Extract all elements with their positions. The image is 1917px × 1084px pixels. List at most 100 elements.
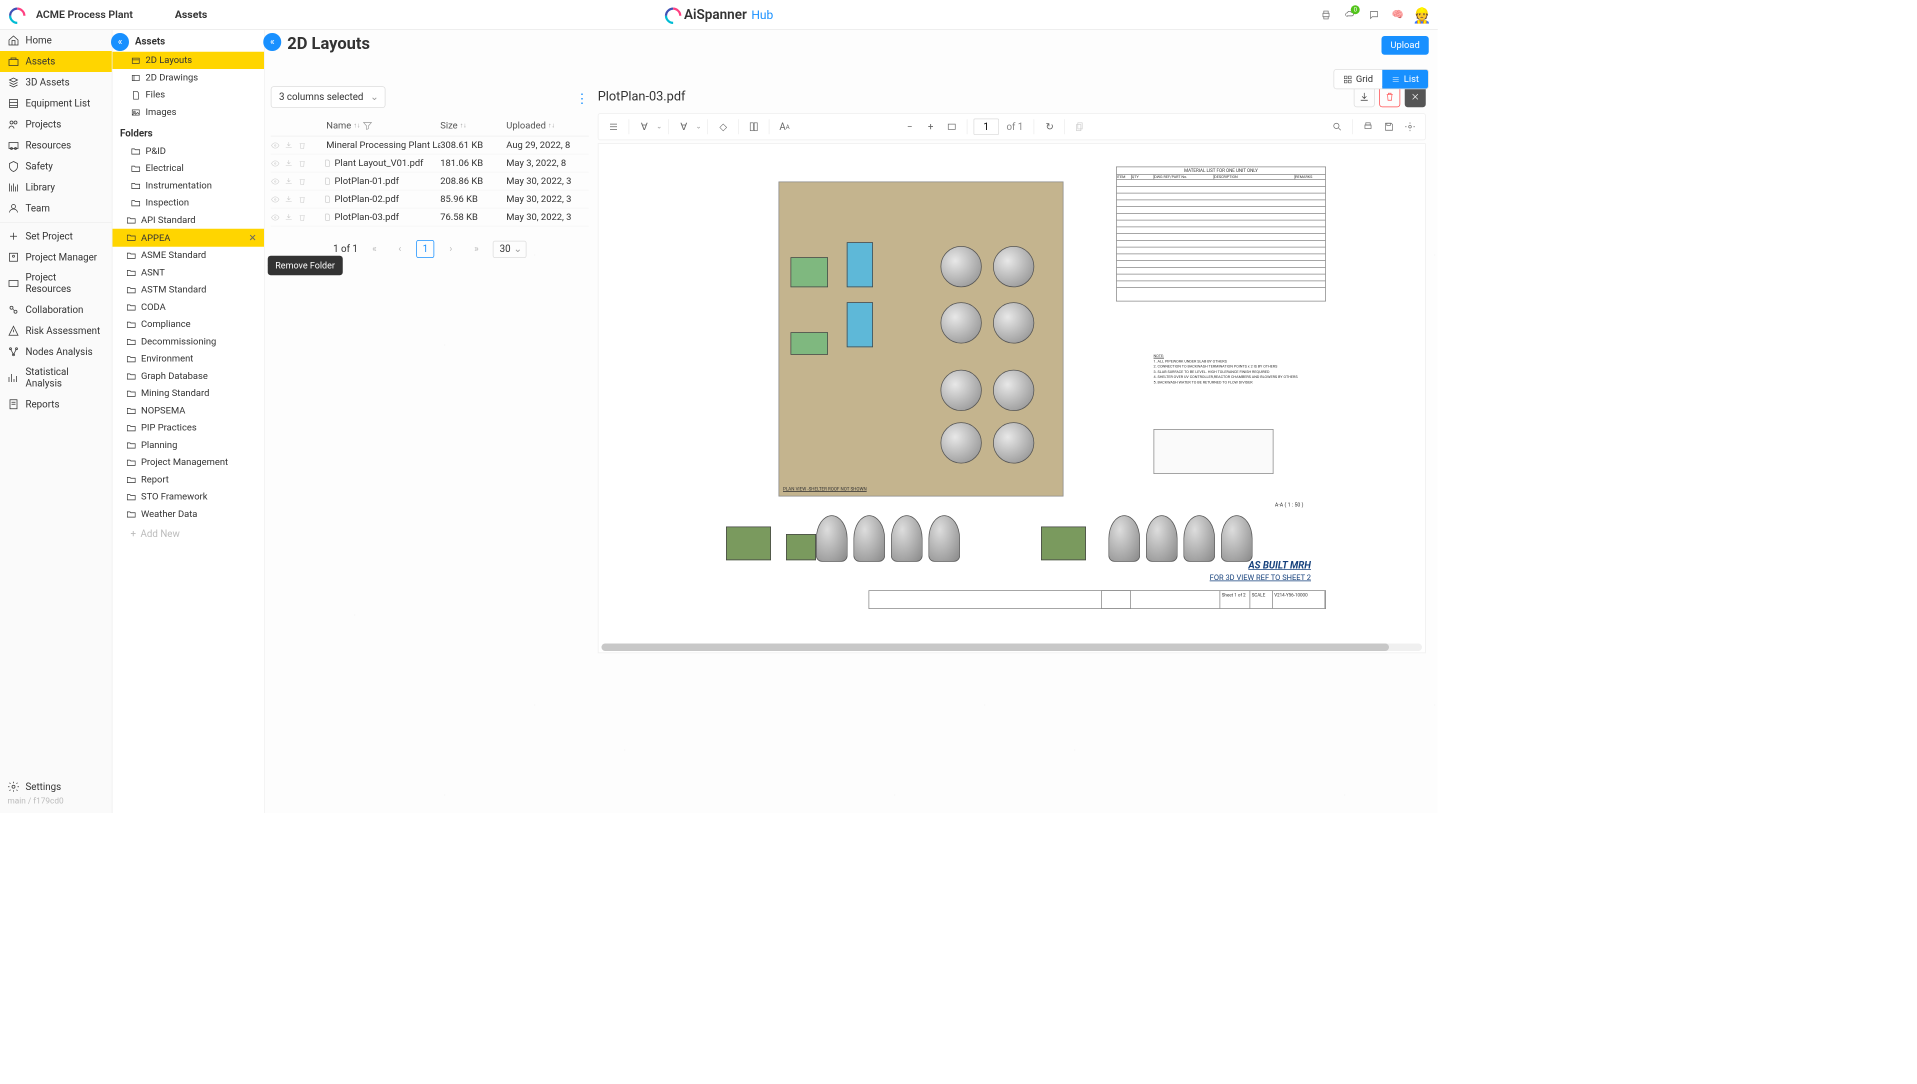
cloud-sync-icon[interactable]: 0	[1343, 8, 1357, 22]
folder-electrical[interactable]: Electrical	[113, 160, 265, 177]
folder-decommissioning[interactable]: Decommissioning	[113, 333, 265, 350]
folder-label: Mining Standard	[141, 388, 209, 399]
brain-icon[interactable]: 🧠	[1391, 8, 1405, 22]
folder-api-standard[interactable]: API Standard	[113, 212, 265, 229]
folder-graph-database[interactable]: Graph Database	[113, 368, 265, 385]
col-select-label: 3 columns selected	[279, 92, 363, 103]
folder-label: P&ID	[146, 146, 166, 157]
sidebar-item-risk-assessment[interactable]: Risk Assessment	[0, 320, 112, 341]
sidebar-label: Reports	[26, 399, 60, 410]
sidebar-item-set-project[interactable]: Set Project	[0, 226, 112, 247]
folder-label: Planning	[141, 440, 177, 451]
settings-button[interactable]: Settings	[8, 778, 105, 796]
folder-planning[interactable]: Planning	[113, 437, 265, 454]
section-view: A-A ( 1 : 50 )	[1124, 422, 1304, 497]
hardhat-icon[interactable]: 👷	[1415, 8, 1429, 22]
horizontal-scrollbar[interactable]	[602, 644, 1423, 652]
tree-label: Files	[146, 89, 166, 100]
sidebar-item-nodes-analysis[interactable]: Nodes Analysis	[0, 341, 112, 362]
plus-icon: +	[131, 529, 137, 540]
page-size-select[interactable]: 30	[493, 240, 526, 257]
sidebar-item-equipment-list[interactable]: Equipment List	[0, 93, 112, 114]
sidebar-label: Project Manager	[26, 252, 98, 263]
pdf-canvas[interactable]: MATERIAL LIST FOR ONE UNIT ONLY ITEMQTYD…	[598, 143, 1426, 653]
sidebar-item-project-manager[interactable]: Project Manager	[0, 247, 112, 268]
sidebar-item-projects[interactable]: Projects	[0, 114, 112, 135]
sidebar-item-3d-assets[interactable]: 3D Assets	[0, 72, 112, 93]
column-selector[interactable]: 3 columns selected	[271, 86, 385, 108]
sidebar-label: Resources	[26, 140, 72, 151]
sidebar-item-team[interactable]: Team	[0, 198, 112, 219]
upload-button[interactable]: Upload	[1381, 36, 1428, 55]
view-grid-button[interactable]: Grid	[1334, 70, 1382, 89]
folder-astm-standard[interactable]: ASTM Standard	[113, 281, 265, 298]
folder-sto-framework[interactable]: STO Framework	[113, 488, 265, 505]
folder-coda[interactable]: CODA	[113, 299, 265, 316]
folder-compliance[interactable]: Compliance	[113, 316, 265, 333]
folder-label: Electrical	[146, 163, 184, 174]
folder-appea[interactable]: APPEA✕	[113, 229, 265, 247]
folder-label: Environment	[141, 353, 193, 364]
folder-label: Weather Data	[141, 509, 197, 520]
sidebar-label: Assets	[26, 56, 56, 67]
tree-item-2d-layouts[interactable]: 2D Layouts	[113, 52, 265, 69]
tree-item-files[interactable]: Files	[113, 86, 265, 103]
folder-label: Instrumentation	[146, 180, 212, 191]
sidebar-label: 3D Assets	[26, 77, 70, 88]
folder-project-management[interactable]: Project Management	[113, 454, 265, 471]
folder-asnt[interactable]: ASNT	[113, 264, 265, 281]
folder-label: Report	[141, 474, 169, 485]
tree-label: 2D Layouts	[146, 55, 193, 66]
brand-sub: Hub	[751, 8, 773, 22]
folder-label: NOPSEMA	[141, 405, 185, 416]
folder-weather-data[interactable]: Weather Data	[113, 506, 265, 523]
sidebar-item-library[interactable]: Library	[0, 177, 112, 198]
folder-label: Project Management	[141, 457, 228, 468]
sidebar-label: Home	[26, 35, 52, 46]
print-icon[interactable]	[1319, 8, 1333, 22]
as-built-stamp: AS BUILT MRH	[1248, 560, 1311, 571]
sidebar-label: Collaboration	[26, 304, 84, 315]
folder-instrumentation[interactable]: Instrumentation	[113, 177, 265, 194]
sidebar-item-home[interactable]: Home	[0, 30, 112, 51]
sidebar-item-statistical-analysis[interactable]: Statistical Analysis	[0, 362, 112, 394]
folder-mining-standard[interactable]: Mining Standard	[113, 385, 265, 402]
close-icon[interactable]: ✕	[249, 232, 257, 244]
header-tab-assets[interactable]: Assets	[175, 9, 207, 21]
sidebar-label: Projects	[26, 119, 62, 130]
view-list-button[interactable]: List	[1382, 70, 1428, 89]
stamp-note: FOR 3D VIEW REF TO SHEET 2	[1210, 574, 1311, 582]
plan-view: PLAN VIEW -SHELTER ROOF NOT SHOWN	[779, 182, 1064, 497]
sidebar-item-reports[interactable]: Reports	[0, 394, 112, 415]
add-folder-button[interactable]: +Add New	[113, 523, 265, 546]
collapse-panel-button[interactable]: «	[263, 33, 281, 51]
tree-item-2d-drawings[interactable]: 2D Drawings	[113, 69, 265, 86]
sidebar-item-project-resources[interactable]: Project Resources	[0, 268, 112, 300]
chat-icon[interactable]	[1367, 8, 1381, 22]
list-label: List	[1404, 74, 1419, 85]
folder-label: STO Framework	[141, 491, 207, 502]
version-label: main / f179cd0	[8, 796, 105, 806]
tree-label: 2D Drawings	[146, 72, 199, 83]
table-menu-icon[interactable]: ⋮	[575, 91, 589, 107]
folder-report[interactable]: Report	[113, 471, 265, 488]
folder-p-id[interactable]: P&ID	[113, 143, 265, 160]
folder-nopsema[interactable]: NOPSEMA	[113, 402, 265, 419]
folder-asme-standard[interactable]: ASME Standard	[113, 247, 265, 264]
sidebar-item-safety[interactable]: Safety	[0, 156, 112, 177]
sidebar-item-resources[interactable]: Resources	[0, 135, 112, 156]
sidebar-label: Library	[26, 182, 56, 193]
folder-environment[interactable]: Environment	[113, 350, 265, 367]
collapse-tree-button[interactable]: «	[111, 33, 129, 51]
sidebar-item-collaboration[interactable]: Collaboration	[0, 299, 112, 320]
sidebar-label: Statistical Analysis	[26, 367, 105, 390]
tree-title: Assets	[113, 30, 265, 52]
folder-label: Decommissioning	[141, 336, 216, 347]
folder-label: ASTM Standard	[141, 284, 206, 295]
tree-item-images[interactable]: Images	[113, 104, 265, 121]
folder-label: ASME Standard	[141, 250, 206, 261]
folder-inspection[interactable]: Inspection	[113, 194, 265, 211]
sidebar-item-assets[interactable]: Assets	[0, 51, 112, 72]
folder-pip-practices[interactable]: PIP Practices	[113, 419, 265, 436]
tree-label: Images	[146, 107, 177, 118]
